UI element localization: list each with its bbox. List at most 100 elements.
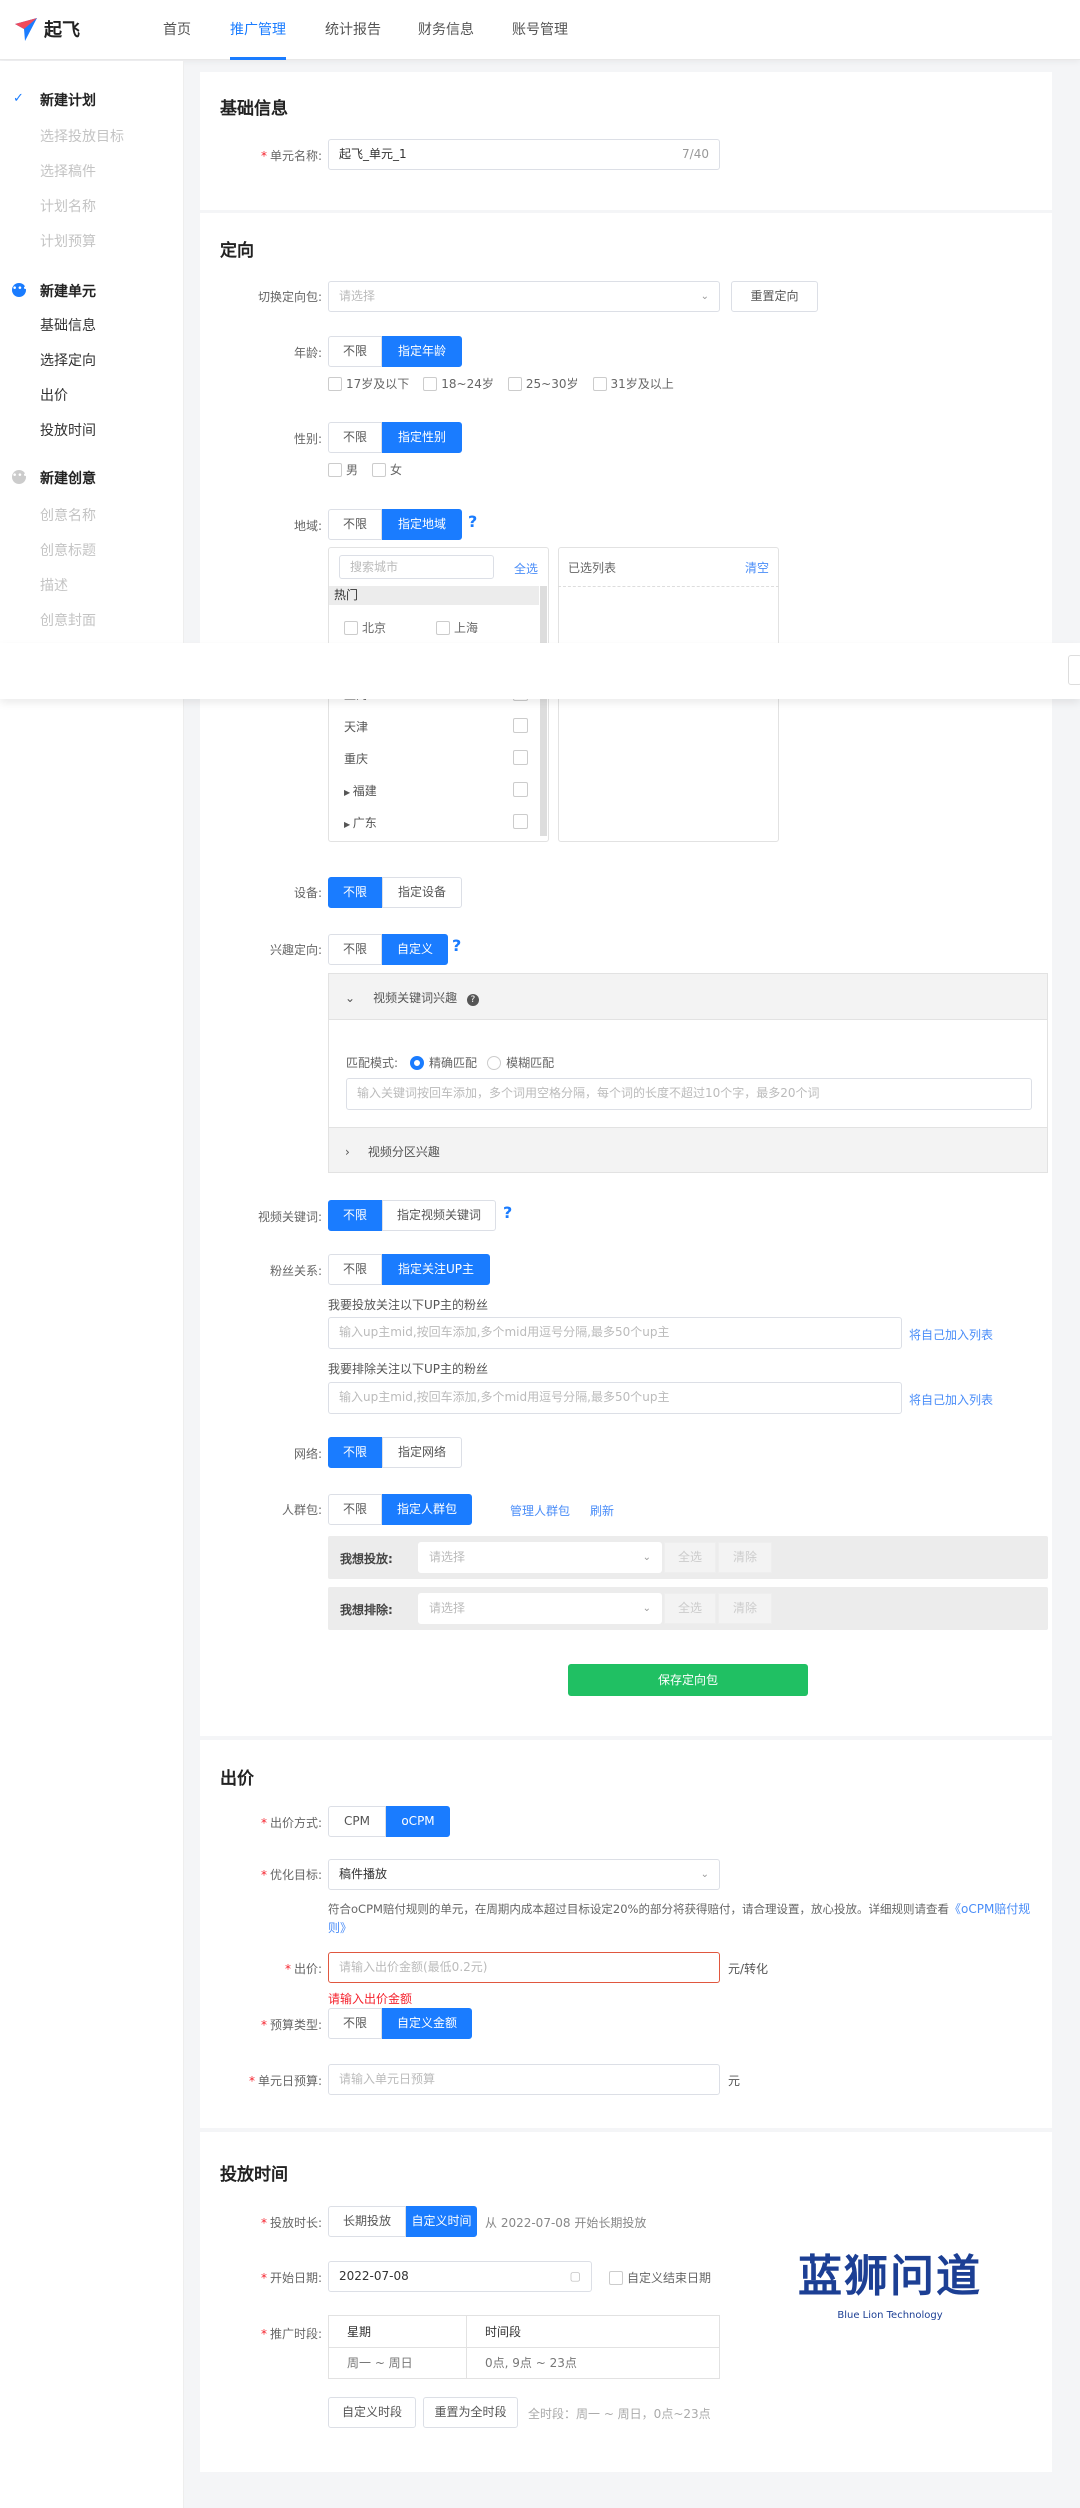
crowd-unlimited-button[interactable]: 不限 xyxy=(328,1494,382,1525)
start-date-input[interactable]: 2022-07-08 ▢ xyxy=(328,2261,592,2292)
crowd-include-clear[interactable]: 清除 xyxy=(718,1542,772,1573)
refresh-link[interactable]: 刷新 xyxy=(590,1502,614,1519)
step-item[interactable]: 投放时间 xyxy=(40,420,96,440)
fans-specify-button[interactable]: 指定关注UP主 xyxy=(382,1254,490,1285)
help-icon[interactable]: ? xyxy=(503,1203,512,1222)
nav-account[interactable]: 账号管理 xyxy=(512,0,568,60)
fans-include-input[interactable]: 输入up主mid,按回车添加,多个mid用逗号分隔,最多50个up主 xyxy=(328,1317,902,1349)
select-all-link[interactable]: 全选 xyxy=(514,560,538,577)
fans-unlimited-button[interactable]: 不限 xyxy=(328,1254,382,1285)
step-item[interactable]: 选择投放目标 xyxy=(40,126,124,146)
crowd-include-select[interactable]: 请选择 ⌄ xyxy=(418,1542,662,1573)
age-checkbox[interactable]: 18~24岁 xyxy=(423,375,494,392)
step-item[interactable]: 计划名称 xyxy=(40,196,96,216)
device-specify-button[interactable]: 指定设备 xyxy=(382,877,462,908)
nav-promotion[interactable]: 推广管理 xyxy=(230,0,286,60)
budget-custom-button[interactable]: 自定义金额 xyxy=(382,2008,472,2039)
crowd-exclude-select[interactable]: 请选择 ⌄ xyxy=(418,1593,662,1624)
help-circle-icon[interactable]: ? xyxy=(466,994,479,1006)
city-checkbox[interactable]: 上海 xyxy=(436,619,478,636)
crowd-specify-button[interactable]: 指定人群包 xyxy=(382,1494,472,1525)
step-item[interactable]: 描述 xyxy=(40,575,68,595)
period-table: 星期 时间段 周一 ~ 周日 0点, 9点 ~ 23点 xyxy=(328,2315,720,2379)
panel-zone-interest-header[interactable]: › 视频分区兴趣 xyxy=(329,1127,1047,1172)
scrollbar[interactable] xyxy=(540,586,547,836)
package-select[interactable]: 请选择 ⌄ xyxy=(328,281,720,312)
calendar-icon[interactable]: ▢ xyxy=(570,2262,581,2291)
checkbox[interactable] xyxy=(513,750,528,765)
keyword-input[interactable]: 输入关键词按回车添加，多个词用空格分隔，每个词的长度不超过10个字，最多20个词 xyxy=(346,1078,1032,1110)
gender-checkbox-female[interactable]: 女 xyxy=(372,461,402,478)
age-unlimited-button[interactable]: 不限 xyxy=(328,336,382,367)
age-checkbox[interactable]: 25~30岁 xyxy=(507,375,579,392)
crowd-include-select-all[interactable]: 全选 xyxy=(664,1542,716,1573)
step-item[interactable]: 选择稿件 xyxy=(40,161,96,181)
step-new-unit[interactable]: 新建单元 xyxy=(40,281,96,301)
help-icon[interactable]: ? xyxy=(468,512,477,531)
step-item[interactable]: 计划预算 xyxy=(40,231,96,251)
step-new-plan[interactable]: 新建计划 xyxy=(40,90,96,110)
fans-exclude-input[interactable]: 输入up主mid,按回车添加,多个mid用逗号分隔,最多50个up主 xyxy=(328,1382,902,1414)
city-item[interactable]: ▶ 福建 xyxy=(344,782,377,799)
custom-end-checkbox[interactable]: 自定义结束日期 xyxy=(609,2269,711,2286)
checkbox[interactable] xyxy=(513,814,528,829)
age-specify-button[interactable]: 指定年龄 xyxy=(382,336,462,367)
age-checkbox[interactable]: 31岁及以上 xyxy=(592,375,674,392)
city-checkbox[interactable]: 北京 xyxy=(344,619,386,636)
clear-link[interactable]: 清空 xyxy=(745,559,769,575)
reset-targeting-button[interactable]: 重置定向 xyxy=(731,281,818,312)
region-unlimited-button[interactable]: 不限 xyxy=(328,509,382,540)
floating-bar-button[interactable] xyxy=(1068,655,1080,685)
step-item[interactable]: 创意名称 xyxy=(40,505,96,525)
panel-keyword-interest-header[interactable]: ⌄ 视频关键词兴趣 ? xyxy=(329,974,1047,1020)
goal-select[interactable]: 稿件播放 ⌄ xyxy=(328,1859,720,1890)
network-specify-button[interactable]: 指定网络 xyxy=(382,1437,462,1468)
step-item[interactable]: 创意封面 xyxy=(40,610,96,630)
custom-period-button[interactable]: 自定义时段 xyxy=(328,2397,416,2428)
custom-time-button[interactable]: 自定义时间 xyxy=(406,2206,477,2237)
step-new-creative[interactable]: 新建创意 xyxy=(40,468,96,488)
interest-custom-button[interactable]: 自定义 xyxy=(382,934,448,965)
step-item[interactable]: 创意标题 xyxy=(40,540,96,560)
vkw-unlimited-button[interactable]: 不限 xyxy=(328,1200,382,1231)
city-item[interactable]: 天津 xyxy=(344,718,368,735)
nav-reports[interactable]: 统计报告 xyxy=(325,0,381,60)
checkbox[interactable] xyxy=(513,718,528,733)
step-item[interactable]: 选择定向 xyxy=(40,350,96,370)
nav-home[interactable]: 首页 xyxy=(163,0,191,60)
budget-unlimited-button[interactable]: 不限 xyxy=(328,2008,382,2039)
crowd-exclude-select-all[interactable]: 全选 xyxy=(664,1593,716,1624)
interest-unlimited-button[interactable]: 不限 xyxy=(328,934,382,965)
reset-period-button[interactable]: 重置为全时段 xyxy=(423,2397,518,2428)
manage-crowd-link[interactable]: 管理人群包 xyxy=(510,1502,570,1519)
network-unlimited-button[interactable]: 不限 xyxy=(328,1437,382,1468)
cpm-button[interactable]: CPM xyxy=(328,1806,386,1837)
checkbox[interactable] xyxy=(513,782,528,797)
help-icon[interactable]: ? xyxy=(452,936,461,955)
city-search-input[interactable]: 搜索城市 xyxy=(339,555,494,579)
device-unlimited-button[interactable]: 不限 xyxy=(328,877,382,908)
step-item[interactable]: 基础信息 xyxy=(40,315,96,335)
add-self-link[interactable]: 将自己加入列表 xyxy=(909,1391,993,1408)
gender-specify-button[interactable]: 指定性别 xyxy=(382,422,462,453)
radio-exact[interactable] xyxy=(410,1055,425,1070)
long-term-button[interactable]: 长期投放 xyxy=(328,2206,406,2237)
logo[interactable]: 起飞 xyxy=(14,16,80,42)
price-input[interactable]: 请输入出价金额(最低0.2元) xyxy=(328,1952,720,1983)
unit-name-input[interactable]: 起飞_单元_1 7/40 xyxy=(328,139,720,170)
city-item[interactable]: ▶ 广东 xyxy=(344,814,377,831)
gender-checkbox-male[interactable]: 男 xyxy=(328,461,358,478)
add-self-link[interactable]: 将自己加入列表 xyxy=(909,1326,993,1343)
vkw-specify-button[interactable]: 指定视频关键词 xyxy=(382,1200,496,1231)
nav-finance[interactable]: 财务信息 xyxy=(418,0,474,60)
save-package-button[interactable]: 保存定向包 xyxy=(568,1664,808,1696)
gender-unlimited-button[interactable]: 不限 xyxy=(328,422,382,453)
ocpm-button[interactable]: oCPM xyxy=(386,1806,450,1837)
crowd-exclude-clear[interactable]: 清除 xyxy=(718,1593,772,1624)
age-checkbox[interactable]: 17岁及以下 xyxy=(328,375,409,392)
region-specify-button[interactable]: 指定地域 xyxy=(382,509,462,540)
radio-fuzzy[interactable] xyxy=(487,1055,502,1070)
daily-budget-input[interactable]: 请输入单元日预算 xyxy=(328,2064,720,2095)
step-item[interactable]: 出价 xyxy=(40,385,68,405)
city-item[interactable]: 重庆 xyxy=(344,750,368,767)
